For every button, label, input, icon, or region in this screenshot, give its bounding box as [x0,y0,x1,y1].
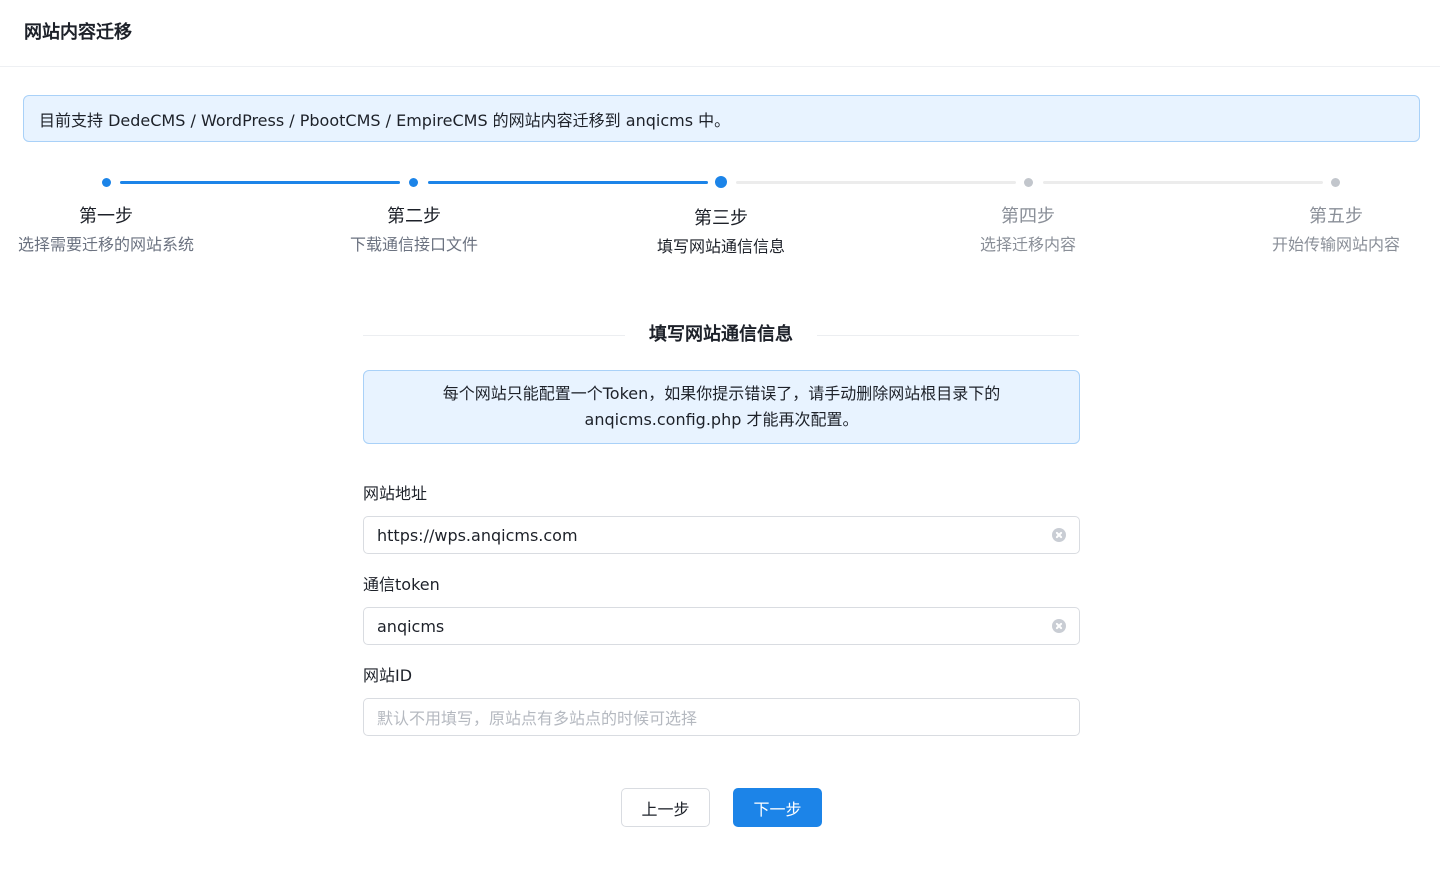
step-connector-1 [120,181,400,184]
steps-progress: 第一步 选择需要迁移的网站系统 第二步 下载通信接口文件 第三步 填写网站通信信… [0,170,1440,290]
step-5-desc: 开始传输网站内容 [1271,235,1400,254]
step-connector-2 [428,181,708,184]
token-info-line-1: 每个网站只能配置一个Token，如果你提示错误了，请手动删除网站根目录下的 [442,384,1001,403]
step-4-desc: 选择迁移内容 [979,235,1076,254]
step-5: 第五步 开始传输网站内容 [1246,204,1426,258]
step-dot-4 [1024,178,1033,187]
step-4-title: 第四步 [1001,206,1055,227]
clear-icon[interactable] [1052,528,1066,542]
next-step-button[interactable]: 下一步 [733,788,822,827]
step-3-desc: 填写网站通信信息 [656,237,785,256]
site-id-label: 网站ID [363,666,413,685]
token-info-box: 每个网站只能配置一个Token，如果你提示错误了，请手动删除网站根目录下的 an… [363,370,1080,444]
site-url-label: 网站地址 [363,484,428,503]
step-2-desc: 下载通信接口文件 [349,235,478,254]
support-notice: 目前支持 DedeCMS / WordPress / PbootCMS / Em… [23,95,1420,142]
site-id-input[interactable]: 默认不用填写，原站点有多站点的时候可选择 [363,698,1080,736]
step-dot-3 [715,176,727,188]
step-1-desc: 选择需要迁移的网站系统 [17,235,194,254]
step-dot-1 [102,178,111,187]
site-url-input[interactable]: https://wps.anqicms.com [363,516,1080,554]
site-url-value: https://wps.anqicms.com [377,525,578,545]
page-header: 网站内容迁移 [0,0,1440,67]
step-3-title: 第三步 [694,208,748,229]
site-id-placeholder: 默认不用填写，原站点有多站点的时候可选择 [377,709,698,728]
support-notice-text: 目前支持 DedeCMS / WordPress / PbootCMS / Em… [39,110,731,130]
token-info-line-2: anqicms.config.php 才能再次配置。 [584,410,859,429]
step-4: 第四步 选择迁移内容 [938,204,1118,258]
page-title: 网站内容迁移 [24,22,132,43]
token-input[interactable]: anqicms [363,607,1080,645]
section-divider: 填写网站通信信息 [363,322,1079,348]
step-dot-5 [1331,178,1340,187]
token-value: anqicms [377,616,445,636]
step-connector-3 [736,181,1016,184]
token-label: 通信token [363,575,440,594]
token-info-text: 每个网站只能配置一个Token，如果你提示错误了，请手动删除网站根目录下的 an… [443,381,1001,433]
step-connector-4 [1043,181,1323,184]
clear-icon[interactable] [1052,619,1066,633]
step-5-title: 第五步 [1309,206,1363,227]
migration-page: 网站内容迁移 目前支持 DedeCMS / WordPress / PbootC… [0,0,1440,888]
step-3: 第三步 填写网站通信信息 [631,206,811,260]
step-1: 第一步 选择需要迁移的网站系统 [16,204,196,258]
section-title: 填写网站通信信息 [649,324,793,345]
step-1-title: 第一步 [79,206,133,227]
step-2-title: 第二步 [387,206,441,227]
step-dot-2 [409,178,418,187]
prev-step-button[interactable]: 上一步 [621,788,710,827]
step-2: 第二步 下载通信接口文件 [324,204,504,258]
